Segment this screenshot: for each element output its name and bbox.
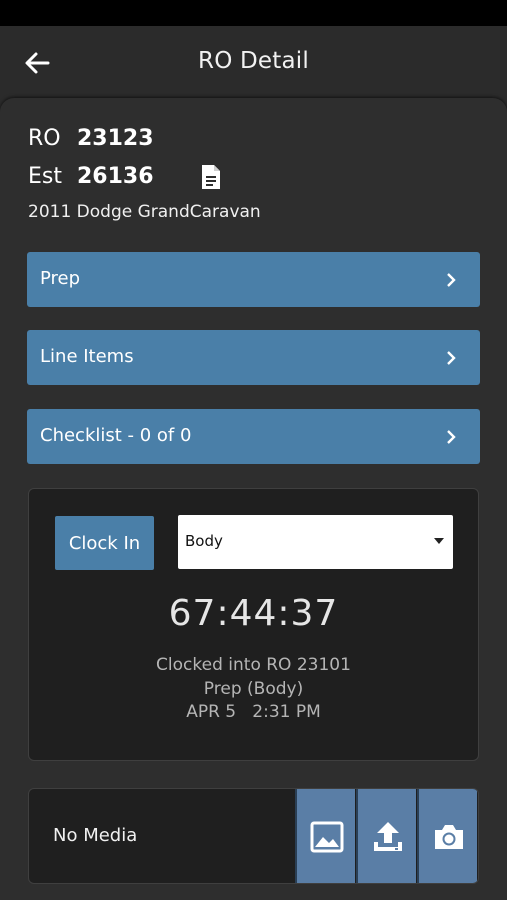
- est-label: Est: [28, 164, 62, 189]
- vehicle-description: 2011 Dodge GrandCaravan: [28, 202, 261, 222]
- line-items-section-label: Line Items: [40, 346, 134, 367]
- chevron-right-icon: [447, 351, 456, 365]
- clock-in-button[interactable]: Clock In: [55, 516, 154, 570]
- line-items-section-button[interactable]: Line Items: [27, 330, 480, 385]
- no-media-label: No Media: [53, 825, 138, 846]
- app-bar: RO Detail: [0, 26, 507, 98]
- prep-section-button[interactable]: Prep: [27, 252, 480, 307]
- elapsed-timer: 67:44:37: [168, 593, 339, 634]
- upload-button[interactable]: [356, 789, 416, 883]
- department-select-value: Body: [185, 532, 223, 550]
- checklist-section-button[interactable]: Checklist - 0 of 0: [27, 409, 480, 464]
- chevron-right-icon: [447, 273, 456, 287]
- dropdown-caret-icon: [434, 538, 444, 544]
- ro-number-row: RO 23123: [28, 126, 154, 151]
- ro-label: RO: [28, 126, 61, 151]
- time-clock-card: Clock In Body 67:44:37 Clocked into RO 2…: [28, 488, 479, 761]
- ro-detail-content: RO 23123 Est 26136 2011 Dodge GrandCaravan…: [0, 98, 507, 900]
- chevron-right-icon: [447, 430, 456, 444]
- image-icon: [310, 821, 344, 853]
- upload-icon: [374, 822, 402, 851]
- estimate-number: 26136: [77, 164, 154, 189]
- ro-number: 23123: [77, 126, 154, 151]
- page-title: RO Detail: [198, 48, 309, 74]
- clocked-task-text: Prep (Body): [203, 679, 304, 699]
- media-card: No Media: [28, 788, 479, 884]
- clocked-timestamp: APR 5 2:31 PM: [186, 702, 321, 722]
- clocked-into-text: Clocked into RO 23101: [156, 655, 351, 675]
- camera-icon: [435, 825, 463, 849]
- estimate-number-row: Est 26136: [28, 164, 154, 189]
- gallery-button[interactable]: [295, 789, 355, 883]
- department-select[interactable]: Body: [178, 515, 453, 569]
- document-icon[interactable]: [199, 164, 223, 190]
- prep-section-label: Prep: [40, 268, 81, 289]
- status-bar: [0, 0, 507, 26]
- checklist-section-label: Checklist - 0 of 0: [40, 425, 192, 446]
- camera-button[interactable]: [417, 789, 477, 883]
